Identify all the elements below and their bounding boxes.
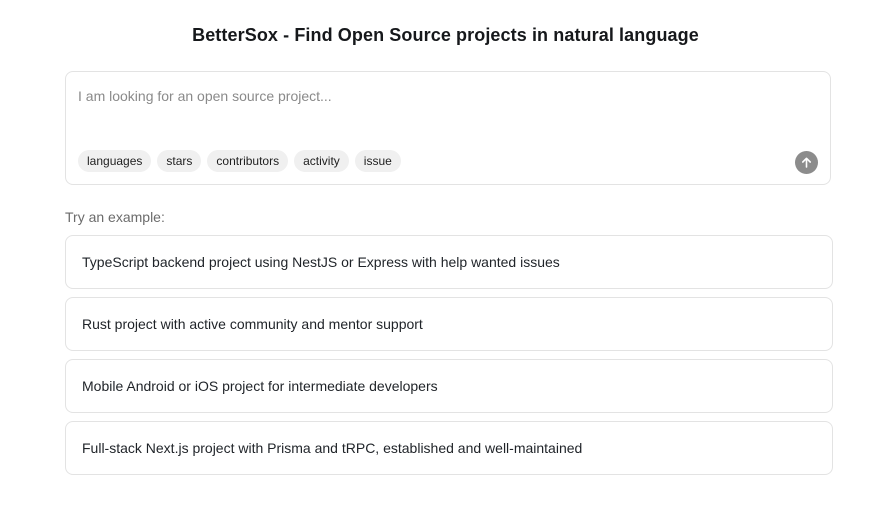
search-input[interactable] [78,84,778,108]
chip-activity[interactable]: activity [294,150,349,172]
chip-stars[interactable]: stars [157,150,202,172]
submit-button[interactable] [795,151,818,174]
examples-label: Try an example: [65,209,165,225]
chip-languages[interactable]: languages [78,150,152,172]
example-typescript-backend[interactable]: TypeScript backend project using NestJS … [65,235,833,289]
example-mobile-project[interactable]: Mobile Android or iOS project for interm… [65,359,833,413]
chip-contributors[interactable]: contributors [207,150,289,172]
page-title: BetterSox - Find Open Source projects in… [192,25,699,45]
example-rust-project[interactable]: Rust project with active community and m… [65,297,833,351]
example-fullstack-nextjs[interactable]: Full-stack Next.js project with Prisma a… [65,421,833,475]
chip-issue[interactable]: issue [354,150,401,172]
filter-chips: languages stars contributors activity is… [78,150,401,172]
examples-list: TypeScript backend project using NestJS … [65,235,833,483]
search-box: languages stars contributors activity is… [65,71,831,185]
arrow-up-icon [802,157,811,168]
